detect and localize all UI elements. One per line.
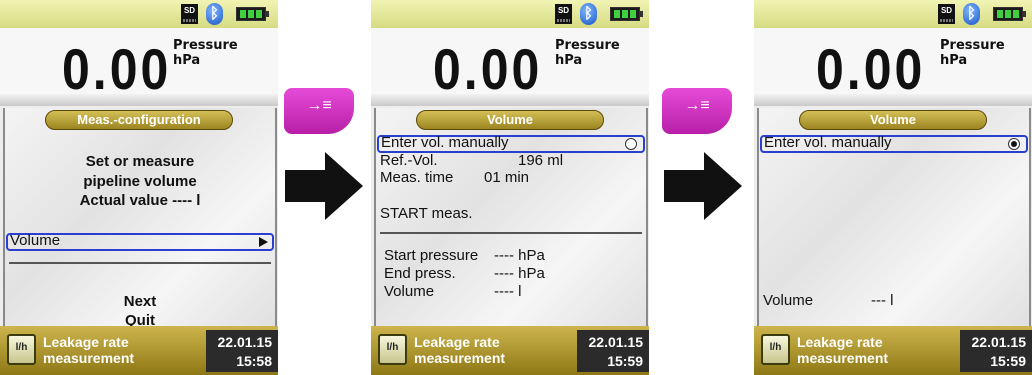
volume-label: Volume bbox=[763, 292, 814, 309]
volume-label: Volume bbox=[384, 283, 435, 300]
bluetooth-icon: ᛒ bbox=[206, 3, 223, 25]
leakage-rate-icon: l/h bbox=[761, 334, 790, 365]
leakage-rate-icon: l/h bbox=[378, 334, 407, 365]
ref-vol-value: 196 ml bbox=[518, 152, 564, 169]
menu-item-enter-vol-manually[interactable]: Enter vol. manually bbox=[377, 134, 645, 153]
menu-item-volume[interactable]: Volume bbox=[6, 232, 274, 251]
right-arrow-icon bbox=[664, 152, 742, 220]
date: 22.01.15 bbox=[588, 334, 644, 350]
date-time: 22.01.15 15:59 bbox=[960, 330, 1032, 372]
pressure-label-text: Pressure bbox=[940, 38, 1005, 53]
pressure-value: 0.00 bbox=[62, 37, 172, 102]
time: 15:58 bbox=[236, 353, 272, 369]
right-arrow-icon bbox=[285, 152, 363, 220]
divider bbox=[371, 94, 649, 106]
menu-panel: Volume Enter vol. manually Volume --- l bbox=[757, 108, 1031, 326]
pressure-value: 0.00 bbox=[433, 37, 543, 102]
time: 15:59 bbox=[607, 353, 643, 369]
device-screen-2: SD ᛒ 0.00 Pressure hPa Volume Enter vol.… bbox=[371, 0, 649, 375]
radio-unchecked-icon bbox=[625, 138, 637, 150]
start-pressure-label: Start pressure bbox=[384, 247, 479, 264]
mode-label-line2: measurement bbox=[43, 350, 135, 366]
pressure-label-text: Pressure bbox=[173, 38, 238, 53]
menu-panel: Volume Enter vol. manually Ref.-Vol. 196… bbox=[374, 108, 648, 326]
end-press-label: End press. bbox=[384, 265, 456, 282]
confirm-softkey[interactable]: →≡ bbox=[284, 88, 354, 134]
mode-bar: l/h Leakage rate measurement 22.01.15 15… bbox=[371, 326, 649, 375]
pressure-label-text: Pressure bbox=[555, 38, 620, 53]
status-bar: SD ᛒ bbox=[0, 0, 278, 28]
confirm-enter-icon: →≡ bbox=[306, 97, 332, 114]
mode-label-line2: measurement bbox=[414, 350, 506, 366]
menu-item-volume-label: Volume bbox=[10, 232, 61, 249]
radio-checked-icon bbox=[1008, 138, 1020, 150]
menu-item-enter-vol-manually[interactable]: Enter vol. manually bbox=[760, 134, 1028, 153]
date: 22.01.15 bbox=[971, 334, 1027, 350]
ref-vol-label: Ref.-Vol. bbox=[380, 152, 438, 169]
device-screen-1: SD ᛒ 0.00 Pressure hPa Meas.-configurati… bbox=[0, 0, 278, 375]
date-time: 22.01.15 15:58 bbox=[206, 330, 278, 372]
info-line-1: Set or measure bbox=[85, 153, 195, 170]
option-next[interactable]: Next bbox=[5, 292, 275, 311]
pressure-reading: 0.00 Pressure hPa bbox=[371, 28, 649, 102]
pressure-label: Pressure hPa bbox=[555, 38, 620, 68]
pressure-unit: hPa bbox=[940, 53, 968, 68]
menu-item-label: Enter vol. manually bbox=[764, 134, 892, 151]
meas-time-label: Meas. time bbox=[380, 169, 454, 186]
sd-card-icon: SD bbox=[938, 4, 955, 24]
mode-bar: l/h Leakage rate measurement 22.01.15 15… bbox=[754, 326, 1032, 375]
start-meas[interactable]: START meas. bbox=[380, 205, 473, 222]
battery-icon bbox=[236, 7, 269, 21]
volume-value: ---- l bbox=[494, 283, 522, 300]
date-time: 22.01.15 15:59 bbox=[577, 330, 649, 372]
mode-label: Leakage rate measurement bbox=[414, 334, 505, 366]
sd-card-icon: SD bbox=[181, 4, 198, 24]
confirm-enter-icon: →≡ bbox=[684, 97, 710, 114]
menu-panel: Meas.-configuration Set or measure pipel… bbox=[3, 108, 277, 329]
bluetooth-icon: ᛒ bbox=[963, 3, 980, 25]
divider-line bbox=[9, 262, 271, 264]
time: 15:59 bbox=[990, 353, 1026, 369]
menu-title: Volume bbox=[799, 110, 987, 130]
confirm-softkey[interactable]: →≡ bbox=[662, 88, 732, 134]
submenu-arrow-icon bbox=[259, 237, 268, 247]
divider bbox=[754, 94, 1032, 106]
battery-icon bbox=[610, 7, 643, 21]
status-bar: SD ᛒ bbox=[371, 0, 649, 28]
meas-time-value: 01 min bbox=[484, 169, 530, 186]
actual-value-line: Actual value ---- l bbox=[79, 192, 201, 209]
status-bar: SD ᛒ bbox=[754, 0, 1032, 28]
date: 22.01.15 bbox=[217, 334, 273, 350]
volume-value: --- l bbox=[871, 292, 894, 309]
pressure-label: Pressure hPa bbox=[173, 38, 238, 68]
divider-line bbox=[380, 232, 642, 234]
mode-label-line1: Leakage rate bbox=[797, 334, 883, 350]
mode-bar: l/h Leakage rate measurement 22.01.15 15… bbox=[0, 326, 278, 375]
divider bbox=[0, 94, 278, 106]
pressure-unit: hPa bbox=[555, 53, 583, 68]
menu-item-label: Enter vol. manually bbox=[381, 134, 509, 151]
menu-title: Volume bbox=[416, 110, 604, 130]
sd-card-icon: SD bbox=[555, 4, 572, 24]
menu-title: Meas.-configuration bbox=[45, 110, 233, 130]
pressure-unit: hPa bbox=[173, 53, 201, 68]
start-pressure-value: ---- hPa bbox=[494, 247, 545, 264]
mode-label-line1: Leakage rate bbox=[43, 334, 129, 350]
pressure-reading: 0.00 Pressure hPa bbox=[0, 28, 278, 102]
pressure-label: Pressure hPa bbox=[940, 38, 1005, 68]
leakage-rate-icon: l/h bbox=[7, 334, 36, 365]
info-line-2: pipeline volume bbox=[83, 173, 197, 190]
device-screen-3: SD ᛒ 0.00 Pressure hPa Volume Enter vol.… bbox=[754, 0, 1032, 375]
battery-icon bbox=[993, 7, 1026, 21]
mode-label-line1: Leakage rate bbox=[414, 334, 500, 350]
mode-label-line2: measurement bbox=[797, 350, 889, 366]
pressure-value: 0.00 bbox=[816, 37, 926, 102]
mode-label: Leakage rate measurement bbox=[43, 334, 134, 366]
bluetooth-icon: ᛒ bbox=[580, 3, 597, 25]
end-press-value: ---- hPa bbox=[494, 265, 545, 282]
mode-label: Leakage rate measurement bbox=[797, 334, 888, 366]
pressure-reading: 0.00 Pressure hPa bbox=[754, 28, 1032, 102]
